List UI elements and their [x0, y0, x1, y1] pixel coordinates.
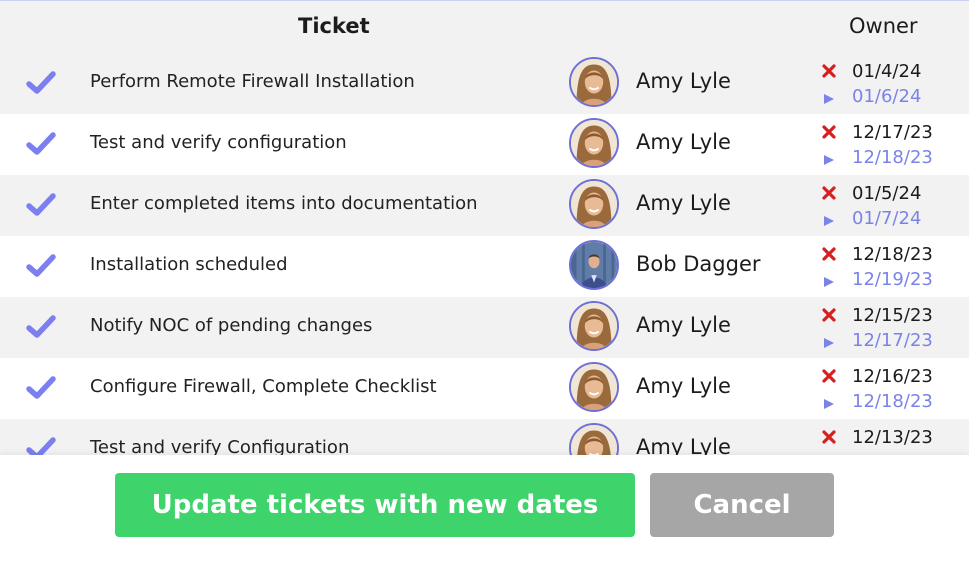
owner-name: Amy Lyle [636, 435, 731, 455]
x-icon [822, 185, 836, 200]
check-icon[interactable] [25, 311, 57, 343]
check-icon[interactable] [25, 372, 57, 404]
avatar [569, 240, 619, 290]
check-icon[interactable] [25, 250, 57, 282]
avatar [569, 301, 619, 351]
x-icon [822, 246, 836, 261]
avatar [569, 179, 619, 229]
table-row[interactable]: Installation scheduled Bob Dagger 12/18/23… [0, 236, 969, 297]
avatar [569, 423, 619, 455]
old-date: 12/15/23 [852, 305, 933, 326]
check-icon[interactable] [25, 433, 57, 455]
play-arrow-icon [823, 151, 835, 165]
x-icon [822, 63, 836, 78]
table-row[interactable]: Enter completed items into documentation… [0, 175, 969, 236]
column-header-ticket[interactable]: Ticket [298, 14, 370, 38]
update-tickets-button[interactable]: Update tickets with new dates [115, 473, 635, 537]
ticket-title: Test and verify Configuration [90, 437, 350, 455]
owner-name: Bob Dagger [636, 252, 761, 276]
ticket-list[interactable]: Perform Remote Firewall Installation Amy … [0, 53, 969, 455]
owner-name: Amy Lyle [636, 69, 731, 93]
avatar [569, 362, 619, 412]
check-icon[interactable] [25, 128, 57, 160]
table-row[interactable]: Test and verify configuration Amy Lyle 12/… [0, 114, 969, 175]
ticket-title: Test and verify configuration [90, 132, 347, 153]
play-arrow-icon [823, 395, 835, 409]
ticket-title: Perform Remote Firewall Installation [90, 71, 415, 92]
new-date: 12/17/23 [852, 330, 933, 351]
table-row[interactable]: Notify NOC of pending changes Amy Lyle 12/… [0, 297, 969, 358]
old-date: 01/5/24 [852, 183, 922, 204]
table-row[interactable]: Test and verify Configuration Amy Lyle 12/… [0, 419, 969, 455]
play-arrow-icon [823, 273, 835, 287]
old-date: 12/17/23 [852, 122, 933, 143]
owner-name: Amy Lyle [636, 191, 731, 215]
owner-name: Amy Lyle [636, 374, 731, 398]
play-arrow-icon [823, 90, 835, 104]
new-date: 12/18/23 [852, 391, 933, 412]
table-row[interactable]: Perform Remote Firewall Installation Amy … [0, 53, 969, 114]
new-date: 12/18/23 [852, 147, 933, 168]
owner-name: Amy Lyle [636, 313, 731, 337]
avatar [569, 57, 619, 107]
ticket-title: Installation scheduled [90, 254, 288, 275]
ticket-title: Enter completed items into documentation [90, 193, 478, 214]
old-date: 12/13/23 [852, 427, 933, 448]
x-icon [822, 429, 836, 444]
new-date: 01/7/24 [852, 208, 922, 229]
new-date: 12/19/23 [852, 269, 933, 290]
x-icon [822, 307, 836, 322]
check-icon[interactable] [25, 189, 57, 221]
column-header-owner[interactable]: Owner [849, 14, 918, 38]
ticket-title: Notify NOC of pending changes [90, 315, 373, 336]
avatar [569, 118, 619, 168]
play-arrow-icon [823, 212, 835, 226]
x-icon [822, 124, 836, 139]
owner-name: Amy Lyle [636, 130, 731, 154]
old-date: 12/16/23 [852, 366, 933, 387]
x-icon [822, 368, 836, 383]
cancel-button[interactable]: Cancel [650, 473, 834, 537]
old-date: 12/18/23 [852, 244, 933, 265]
old-date: 01/4/24 [852, 61, 922, 82]
play-arrow-icon [823, 334, 835, 348]
ticket-title: Configure Firewall, Complete Checklist [90, 376, 437, 397]
action-footer: Update tickets with new dates Cancel [0, 455, 969, 567]
table-row[interactable]: Configure Firewall, Complete Checklist Am… [0, 358, 969, 419]
check-icon[interactable] [25, 67, 57, 99]
new-date: 01/6/24 [852, 86, 922, 107]
table-header: Ticket Owner [0, 1, 969, 54]
